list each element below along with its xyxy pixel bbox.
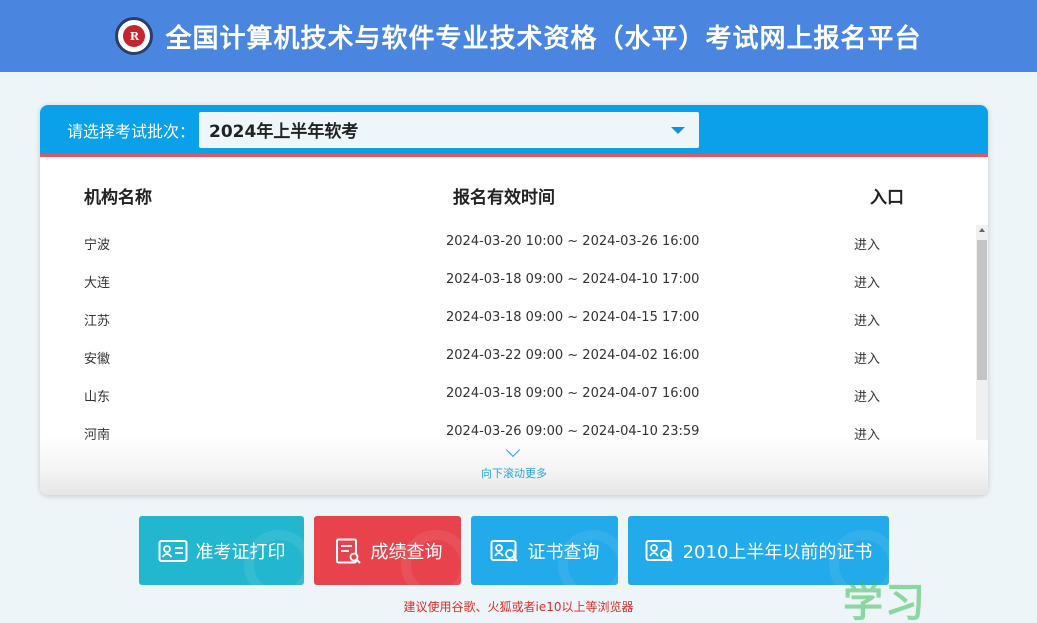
certificate-search-icon	[490, 539, 518, 562]
entry-link[interactable]: 进入	[854, 348, 880, 367]
list-scrollbar[interactable]	[976, 225, 988, 440]
id-card-icon	[158, 539, 187, 562]
registration-period: 2024-03-22 09:00 ~ 2024-04-02 16:00	[446, 348, 700, 363]
institution-name: 安徽	[84, 352, 111, 367]
chevron-down-icon[interactable]	[671, 126, 686, 134]
column-header-entry: 入口	[870, 188, 904, 208]
scroll-up-icon[interactable]	[979, 228, 985, 232]
institution-name: 大连	[84, 276, 111, 291]
table-row: 江苏 2024-03-18 09:00 ~ 2024-04-15 17:00 进…	[40, 301, 975, 339]
admission-print-button[interactable]: 准考证打印	[139, 516, 304, 585]
entry-link[interactable]: 进入	[854, 272, 880, 291]
header: R 全国计算机技术与软件专业技术资格（水平）考试网上报名平台	[0, 0, 1037, 72]
institution-name: 江苏	[84, 314, 111, 329]
registration-period: 2024-03-18 09:00 ~ 2024-04-15 17:00	[446, 310, 700, 325]
column-header-time: 报名有效时间	[453, 188, 555, 208]
institution-name: 山东	[84, 390, 111, 405]
registration-period: 2024-03-18 09:00 ~ 2024-04-10 17:00	[446, 272, 700, 287]
table-row: 大连 2024-03-18 09:00 ~ 2024-04-10 17:00 进…	[40, 263, 975, 301]
certificate-query-button[interactable]: 证书查询	[471, 516, 618, 585]
registration-panel: 请选择考试批次： 2024年上半年软考 机构名称 报名有效时间 入口 宁波 20…	[40, 105, 988, 495]
score-query-label: 成绩查询	[370, 541, 443, 563]
table-row: 山东 2024-03-18 09:00 ~ 2024-04-07 16:00 进…	[40, 377, 975, 415]
certificate-query-label: 证书查询	[527, 541, 600, 563]
old-certificate-label: 2010上半年以前的证书	[682, 541, 873, 563]
logo: R	[115, 17, 154, 55]
registration-period: 2024-03-18 09:00 ~ 2024-04-07 16:00	[446, 386, 700, 401]
logo-mark: R	[123, 25, 146, 47]
page-title: 全国计算机技术与软件专业技术资格（水平）考试网上报名平台	[165, 23, 922, 54]
entry-link[interactable]: 进入	[854, 234, 880, 253]
batch-selector-bar: 请选择考试批次： 2024年上半年软考	[40, 105, 988, 157]
admission-print-label: 准考证打印	[195, 541, 286, 563]
registration-period: 2024-03-20 10:00 ~ 2024-03-26 16:00	[446, 234, 700, 249]
document-search-icon	[335, 538, 361, 564]
batch-selected-value: 2024年上半年软考	[209, 122, 359, 142]
column-header-name: 机构名称	[84, 188, 152, 208]
certificate-search-icon	[645, 539, 673, 562]
score-query-button[interactable]: 成绩查询	[314, 516, 461, 585]
batch-select[interactable]: 2024年上半年软考	[199, 111, 700, 148]
entry-link[interactable]: 进入	[854, 310, 880, 329]
table-row: 宁波 2024-03-20 10:00 ~ 2024-03-26 16:00 进…	[40, 225, 975, 263]
scroll-thumb[interactable]	[977, 240, 987, 380]
scroll-more-hint[interactable]: 向下滚动更多	[40, 465, 988, 481]
table-row: 安徽 2024-03-22 09:00 ~ 2024-04-02 16:00 进…	[40, 339, 975, 377]
batch-label: 请选择考试批次：	[67, 121, 196, 141]
institution-name: 宁波	[84, 238, 111, 253]
site-watermark: 学习	[843, 580, 927, 623]
institution-list: 宁波 2024-03-20 10:00 ~ 2024-03-26 16:00 进…	[40, 225, 975, 440]
entry-link[interactable]: 进入	[854, 386, 880, 405]
